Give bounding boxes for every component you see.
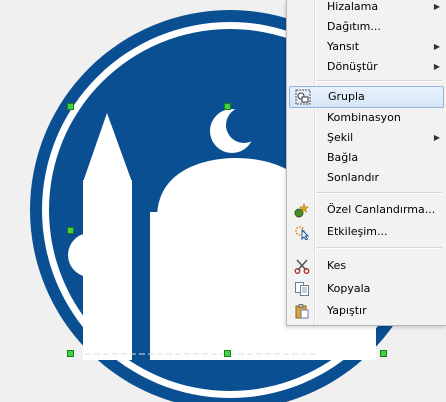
menu-item-label: Şekil [327,131,354,144]
menu-item-label: Dağıtım... [327,20,381,33]
menu-item-label: Yapıştır [327,304,367,317]
menu-item-label: Özel Canlandırma... [327,203,436,216]
paste-icon [294,303,310,319]
selection-handle-bottom-left[interactable] [67,350,74,357]
scissors-icon [294,258,310,274]
menu-item-label: Bağla [327,151,359,164]
selection-handle-middle-left[interactable] [67,227,74,234]
menu-item-label: Dönüştür [327,60,378,73]
submenu-arrow-icon: ▶ [433,42,440,51]
context-menu: Hizalama ▶ Dağıtım... Yansıt ▶ Dönüştür … [286,0,446,326]
menu-separator [317,192,442,194]
menu-item-custom-animation[interactable]: Özel Canlandırma... [289,200,444,220]
group-icon [295,89,311,105]
selection-handle-bottom-right[interactable] [380,350,387,357]
custom-animation-icon [294,202,310,218]
submenu-arrow-icon: ▶ [433,62,440,71]
menu-item-label: Hizalama [327,0,379,13]
selection-handle-top-center[interactable] [224,103,231,110]
menu-item-shape[interactable]: Şekil ▶ [289,128,444,148]
menu-item-label: Kopyala [327,282,371,295]
submenu-arrow-icon: ▶ [433,133,440,142]
menu-item-cut[interactable]: Kes [289,256,444,276]
selection-handle-bottom-center[interactable] [224,350,231,357]
menu-item-convert[interactable]: Dönüştür ▶ [289,57,444,77]
menu-item-paste[interactable]: Yapıştır [289,301,444,321]
menu-item-label: Grupla [328,90,365,103]
menu-item-distribution[interactable]: Dağıtım... [289,17,444,37]
menu-item-group[interactable]: Grupla [289,86,444,108]
selection-handle-top-left[interactable] [67,103,74,110]
menu-separator [317,80,442,82]
menu-item-label: Etkileşim... [327,225,388,238]
submenu-arrow-icon: ▶ [433,2,440,11]
menu-item-label: Kombinasyon [327,111,401,124]
menu-item-label: Sonlandır [327,171,380,184]
menu-item-connect[interactable]: Bağla [289,148,444,168]
menu-item-label: Yansıt [327,40,360,53]
menu-item-flip[interactable]: Yansıt ▶ [289,37,444,57]
menu-item-finish[interactable]: Sonlandır [289,168,444,188]
menu-item-copy[interactable]: Kopyala [289,279,444,299]
menu-item-label: Kes [327,259,347,272]
menu-separator [317,247,442,249]
copy-icon [294,281,310,297]
menu-item-align[interactable]: Hizalama ▶ [289,0,444,17]
menu-item-combination[interactable]: Kombinasyon [289,108,444,128]
interaction-icon [294,224,310,241]
minaret-balcony [68,233,112,277]
menu-item-interaction[interactable]: Etkileşim... [289,222,444,242]
crescent-cutout [226,107,262,143]
